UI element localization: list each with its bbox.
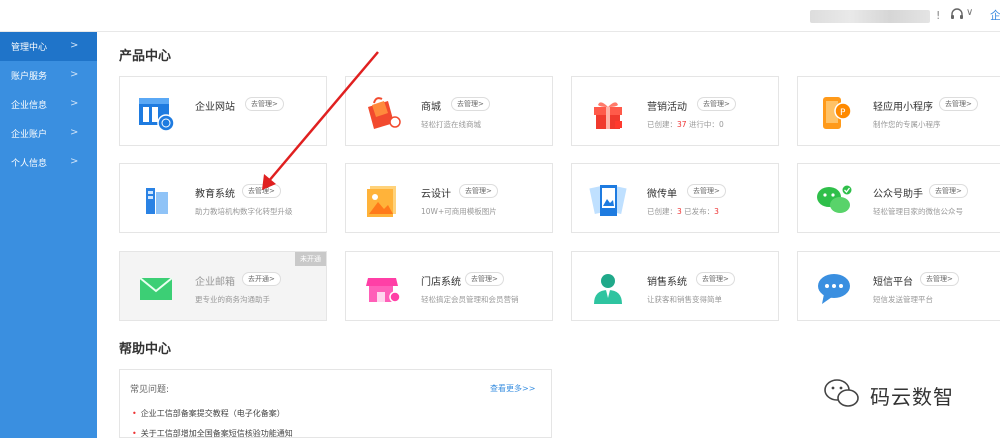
watermark-text: 码云数智 <box>870 385 954 409</box>
wechat-watermark-icon <box>824 379 859 407</box>
watermark: 码云数智 <box>822 375 982 415</box>
annotation-arrow-icon <box>262 51 379 190</box>
